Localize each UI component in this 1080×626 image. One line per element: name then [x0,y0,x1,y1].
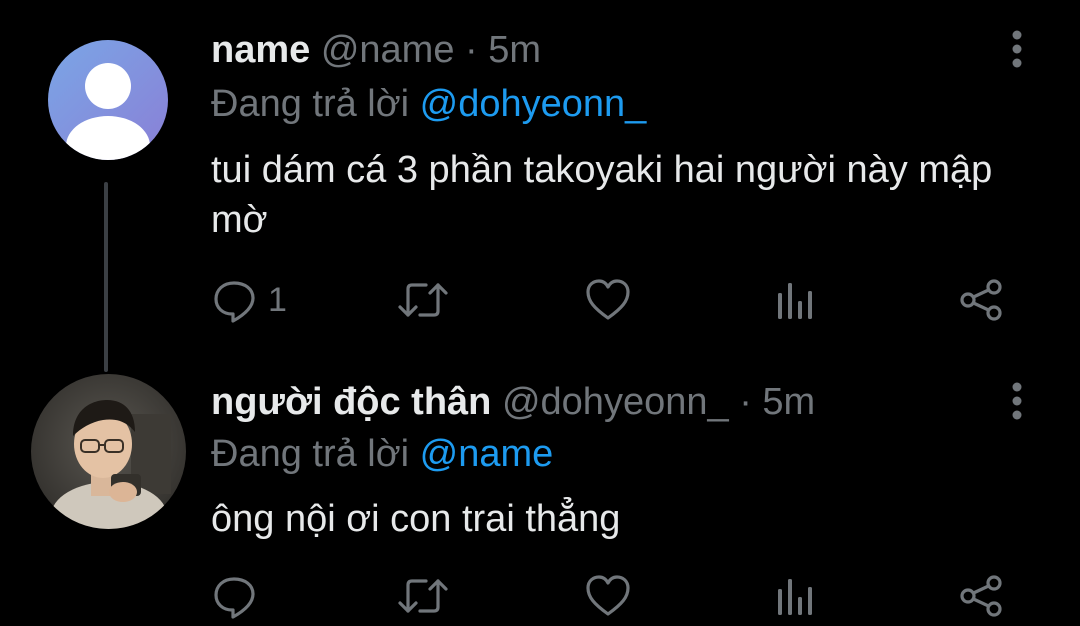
replying-to: Đang trả lời @dohyeonn_ [211,82,646,126]
retweet-icon [398,579,448,613]
reply-icon [214,577,255,619]
like-button[interactable] [584,566,632,626]
more-icon [1012,382,1022,420]
reply-icon [214,281,255,323]
user-handle[interactable]: @name [321,29,455,71]
views-button[interactable] [774,566,818,626]
retweet-button[interactable] [396,566,450,626]
retweet-icon [398,283,448,317]
separator-dot: · [465,29,478,71]
replying-to-label: Đang trả lời [211,433,410,475]
views-button[interactable] [774,270,818,330]
tweet-actions: 1 [0,270,1080,330]
mention-link[interactable]: @name [420,433,554,475]
heart-icon [586,575,630,616]
avatar-default[interactable] [48,40,168,160]
replying-to: Đang trả lời @name [211,432,553,476]
default-avatar-icon [48,40,168,160]
timestamp[interactable]: 5m [762,381,815,423]
tweet-text: ông nội ơi con trai thẳng [211,498,621,540]
like-button[interactable] [584,270,632,330]
tweet-header: name @name · 5m [211,28,541,72]
share-button[interactable] [958,566,1006,626]
reply-button[interactable]: 1 [212,270,287,330]
reply-button[interactable] [212,566,258,626]
separator-dot: · [739,381,752,423]
timestamp[interactable]: 5m [488,29,541,71]
share-icon [960,279,1002,321]
mention-link[interactable]: @dohyeonn_ [420,83,647,125]
more-options-button[interactable] [1000,376,1034,426]
share-button[interactable] [958,270,1006,330]
display-name[interactable]: name [211,29,310,71]
display-name[interactable]: người độc thân [211,381,491,423]
views-icon [778,283,812,319]
more-icon [1012,30,1022,68]
more-options-button[interactable] [1000,24,1034,74]
heart-icon [586,279,630,320]
avatar-profile-photo[interactable] [31,374,186,529]
views-icon [778,579,812,615]
retweet-button[interactable] [396,270,450,330]
user-handle[interactable]: @dohyeonn_ [502,381,729,423]
profile-photo-icon [31,374,186,529]
tweet-actions [0,566,1080,626]
replying-to-label: Đang trả lời [211,83,410,125]
tweet-text: tui dám cá 3 phần takoyaki hai người này… [211,149,993,241]
reply-count: 1 [268,280,287,319]
share-icon [960,575,1002,617]
tweet-header: người độc thân @dohyeonn_ · 5m [211,380,815,424]
